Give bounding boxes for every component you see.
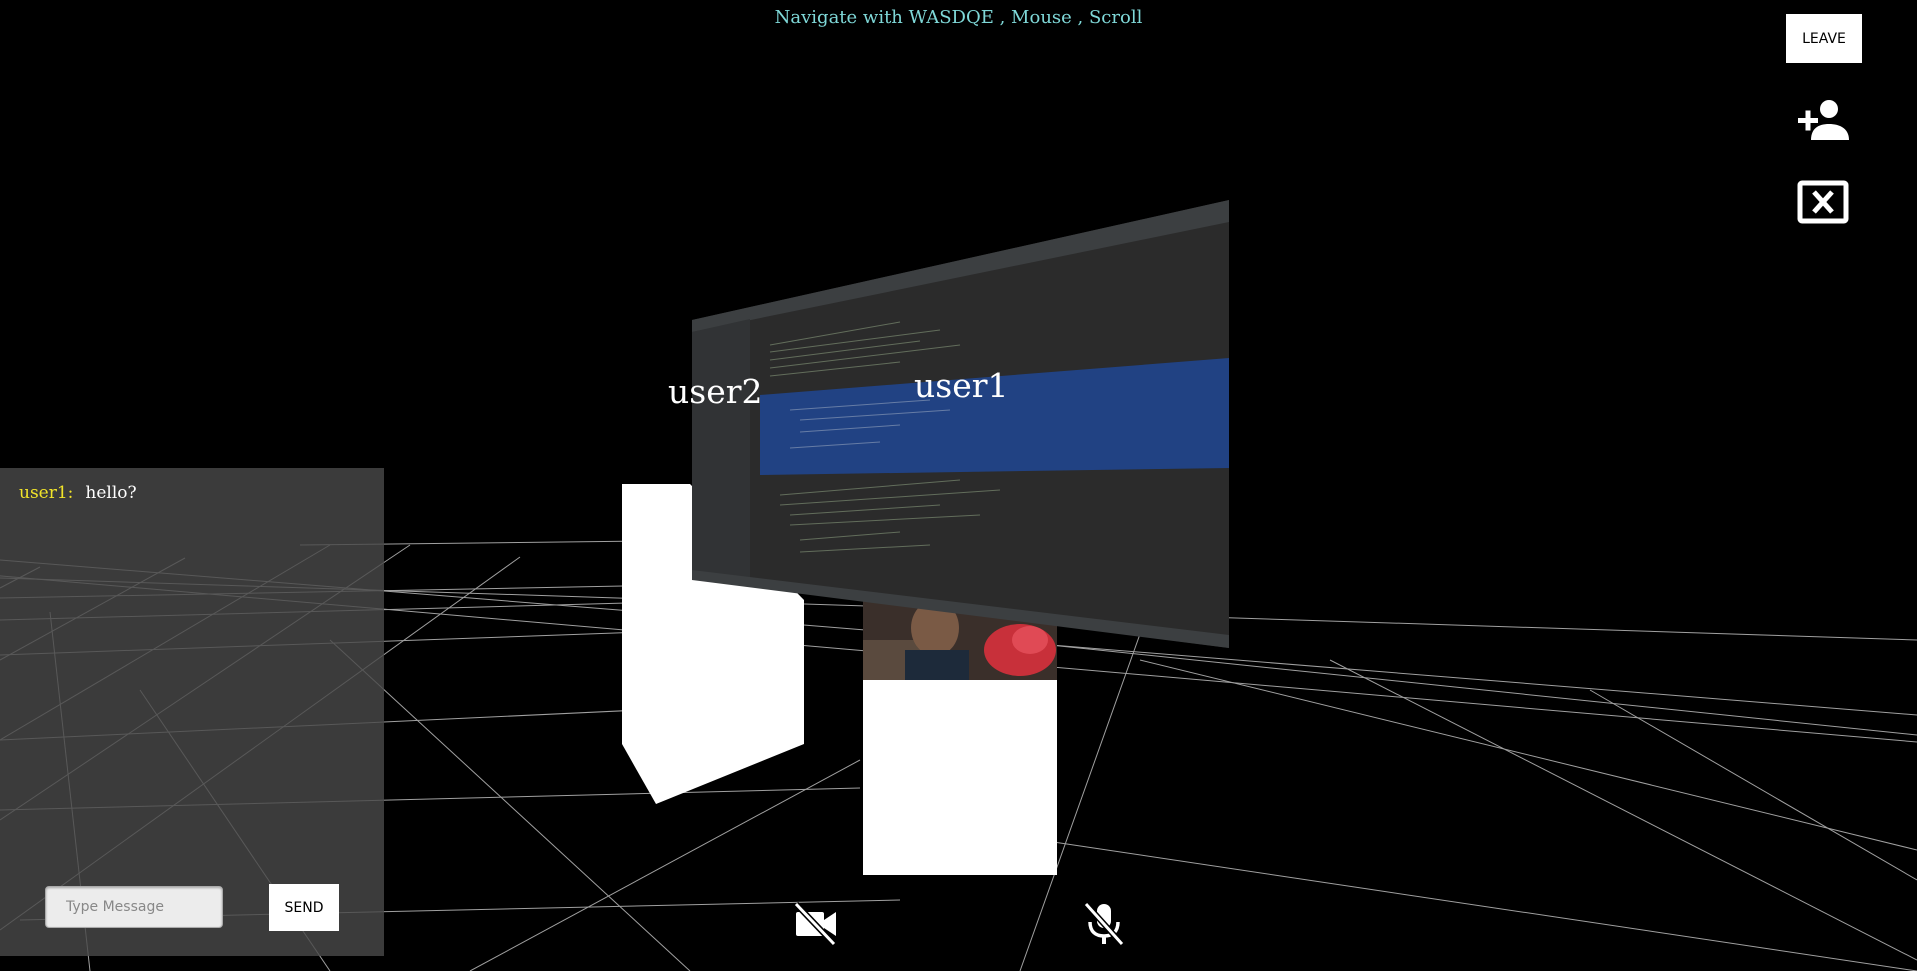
user1-video-tile (863, 590, 1057, 875)
leave-button[interactable]: LEAVE (1786, 14, 1862, 63)
chat-message-text: hello? (85, 483, 137, 503)
chat-message: user1: hello? (19, 483, 137, 503)
shared-screen (692, 200, 1229, 648)
send-button[interactable]: SEND (269, 884, 339, 931)
chat-message-user: user1: (19, 483, 74, 503)
mic-off-icon[interactable] (1080, 900, 1128, 948)
navigation-hint: Navigate with WASDQE , Mouse , Scroll (774, 7, 1143, 28)
videocam-off-icon[interactable] (792, 900, 840, 948)
user2-name-label: user2 (668, 372, 763, 411)
close-box-icon[interactable] (1797, 180, 1851, 224)
person-add-icon[interactable] (1797, 98, 1851, 142)
user1-name-label: user1 (914, 366, 1009, 405)
chat-panel: user1: hello? SEND (0, 468, 384, 956)
message-input[interactable] (45, 886, 223, 928)
